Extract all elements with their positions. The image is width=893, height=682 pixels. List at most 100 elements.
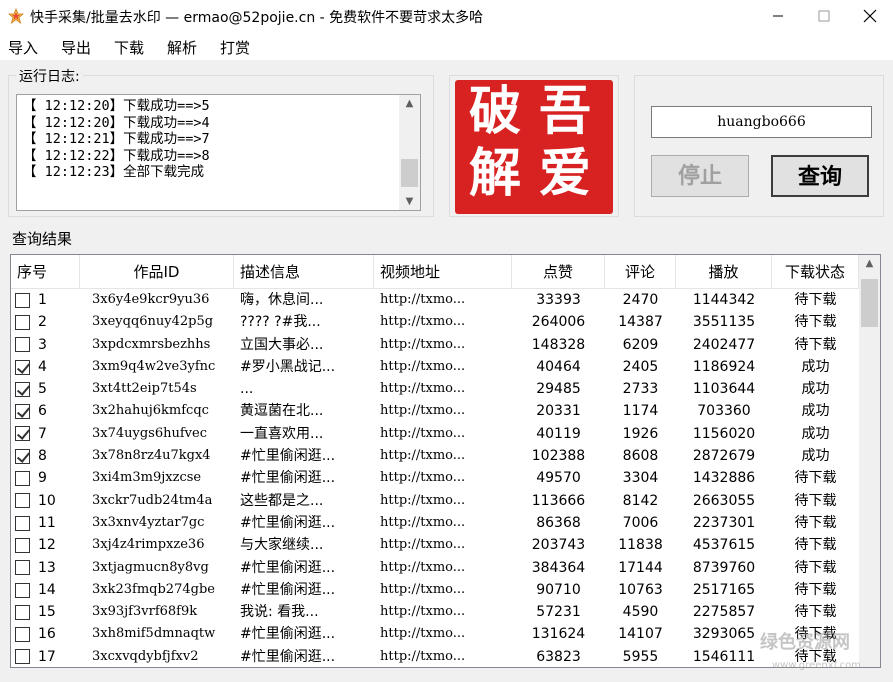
column-header-likes[interactable]: 点赞 — [512, 255, 605, 289]
row-number: 15 — [38, 604, 56, 621]
cell-no: 13 — [11, 557, 80, 579]
row-checkbox[interactable] — [15, 582, 30, 598]
cell-desc: ... — [240, 381, 254, 398]
table-scrollbar[interactable]: ▲ — [859, 255, 880, 667]
cell-likes: 264006 — [531, 314, 586, 331]
table-row[interactable]: 12 3xj4z4rimpxze36 与大家继续... http://txmo... 2… — [11, 534, 859, 556]
column-header-comments[interactable]: 评论 — [605, 255, 676, 289]
column-header-url[interactable]: 视频地址 — [374, 255, 512, 289]
cell-no: 12 — [11, 534, 80, 556]
cell-desc: #罗小黑战记... — [240, 358, 336, 375]
column-header-desc[interactable]: 描述信息 — [234, 255, 374, 289]
username-input[interactable]: huangbo666 — [651, 106, 872, 138]
query-button[interactable]: 查询 — [771, 155, 869, 197]
table-row[interactable]: 15 3x93jf3vrf68f9k 我说: 看我... http://txmo...… — [11, 601, 859, 623]
cell-comments: 1174 — [622, 403, 659, 420]
cell-status: 待下载 — [794, 514, 837, 531]
row-checkbox[interactable] — [15, 314, 30, 330]
table-row[interactable]: 3 3xpdcxmrsbezhhs 立国大事必... http://txmo... 14… — [11, 334, 859, 356]
table-row[interactable]: 7 3x74uygs6hufvec 一直喜欢用... http://txmo... 40… — [11, 423, 859, 445]
table-row[interactable]: 6 3x2hahuj6kmfcqc 黄逗菌在北... http://txmo... 20… — [11, 400, 859, 422]
scroll-up-icon[interactable]: ▲ — [399, 95, 420, 112]
cell-id: 3x6y4e9kcr9yu36 — [92, 292, 210, 307]
menu-export[interactable]: 导出 — [61, 37, 91, 58]
log-line: 【 12:12:23】全部下载完成 — [23, 164, 205, 180]
table-row[interactable]: 1 3x6y4e9kcr9yu36 嗨，休息间... http://txmo... 33… — [11, 289, 859, 311]
cell-status: 成功 — [801, 381, 830, 398]
row-checkbox[interactable] — [15, 471, 30, 487]
cell-url: http://txmo... — [380, 292, 466, 307]
cell-no: 17 — [11, 646, 80, 667]
cell-status: 成功 — [801, 403, 830, 420]
close-button[interactable] — [847, 0, 893, 32]
table-row[interactable]: 10 3xckr7udb24tm4a 这些都是之... http://txmo... 1… — [11, 490, 859, 512]
cell-url: http://txmo... — [380, 492, 466, 508]
cell-desc: #忙里偷闲逛... — [240, 581, 336, 598]
cell-likes: 33393 — [536, 292, 581, 308]
cell-no: 7 — [11, 423, 80, 445]
cell-likes: 113666 — [531, 492, 586, 509]
cell-url: http://txmo... — [380, 648, 466, 664]
log-textbox[interactable]: 【 12:12:20】下载成功==>5 【 12:12:20】下载成功==>4 【 … — [16, 94, 421, 211]
row-checkbox[interactable] — [15, 381, 30, 397]
log-scroll-thumb[interactable] — [401, 159, 418, 187]
cell-desc: 与大家继续... — [240, 537, 324, 554]
scroll-up-icon[interactable]: ▲ — [859, 255, 880, 272]
column-header-status[interactable]: 下载状态 — [772, 255, 859, 289]
cell-no: 8 — [11, 445, 80, 467]
table-row[interactable]: 8 3x78n8rz4u7kgx4 #忙里偷闲逛... http://txmo... 1… — [11, 445, 859, 467]
menu-parse[interactable]: 解析 — [167, 37, 197, 58]
row-checkbox[interactable] — [15, 292, 30, 308]
cell-plays: 2275857 — [692, 604, 756, 621]
table-row[interactable]: 14 3xk23fmqb274gbe #忙里偷闲逛... http://txmo...… — [11, 579, 859, 601]
cell-desc: #忙里偷闲逛... — [240, 448, 336, 465]
table-scroll-thumb[interactable] — [861, 279, 878, 327]
row-checkbox[interactable] — [15, 649, 30, 665]
column-header-plays[interactable]: 播放 — [676, 255, 772, 289]
row-checkbox[interactable] — [15, 448, 30, 464]
row-checkbox[interactable] — [15, 359, 30, 375]
table-row[interactable]: 11 3x3xnv4yztar7gc #忙里偷闲逛... http://txmo...… — [11, 512, 859, 534]
menu-donate[interactable]: 打赏 — [220, 37, 250, 58]
cell-no: 11 — [11, 512, 80, 534]
row-number: 7 — [38, 425, 47, 442]
table-row[interactable]: 9 3xi4m3m9jxzcse #忙里偷闲逛... http://txmo... 49… — [11, 467, 859, 489]
table-row[interactable]: 2 3xeyqq6nuy42p5g ???? ?#我... http://txmo..… — [11, 311, 859, 333]
cell-no: 1 — [11, 289, 80, 311]
row-number: 9 — [38, 470, 47, 487]
title-bar: 快手采集/批量去水印 — ermao@52pojie.cn - 免费软件不要苛求… — [0, 0, 893, 32]
column-header-no[interactable]: 序号 — [11, 255, 80, 289]
table-row[interactable]: 5 3xt4tt2eip7t54s... http://txmo... 29485 27… — [11, 378, 859, 400]
table-row[interactable]: 16 3xh8mif5dmnaqtw #忙里偷闲逛... http://txmo...… — [11, 623, 859, 645]
cell-status: 待下载 — [794, 336, 837, 353]
row-checkbox[interactable] — [15, 493, 30, 509]
row-number: 11 — [38, 514, 56, 531]
row-number: 16 — [38, 626, 56, 643]
cell-likes: 29485 — [536, 381, 581, 398]
row-checkbox[interactable] — [15, 604, 30, 620]
cell-desc: #忙里偷闲逛... — [240, 559, 336, 576]
cell-url: http://txmo... — [380, 314, 466, 330]
cell-plays: 2237301 — [692, 514, 756, 531]
cell-status: 成功 — [801, 358, 830, 375]
scroll-down-icon[interactable]: ▼ — [399, 193, 420, 210]
stop-button[interactable]: 停止 — [651, 155, 749, 197]
minimize-button[interactable] — [755, 0, 801, 32]
table-row[interactable]: 4 3xm9q4w2ve3yfnc #罗小黑战记... http://txmo... 4… — [11, 356, 859, 378]
row-number: 3 — [38, 336, 47, 353]
row-checkbox[interactable] — [15, 627, 30, 643]
row-checkbox[interactable] — [15, 560, 30, 576]
row-checkbox[interactable] — [15, 404, 30, 420]
menu-download[interactable]: 下载 — [114, 37, 144, 58]
menu-import[interactable]: 导入 — [8, 37, 38, 58]
table-row[interactable]: 17 3xcxvqdybfjfxv2 #忙里偷闲逛... http://txmo...… — [11, 646, 859, 667]
maximize-button[interactable] — [801, 0, 847, 32]
cell-no: 16 — [11, 623, 80, 645]
log-scrollbar[interactable]: ▲ ▼ — [399, 95, 420, 210]
row-checkbox[interactable] — [15, 426, 30, 442]
row-checkbox[interactable] — [15, 515, 30, 531]
row-checkbox[interactable] — [15, 337, 30, 353]
column-header-id[interactable]: 作品ID — [80, 255, 234, 289]
row-checkbox[interactable] — [15, 537, 30, 553]
table-row[interactable]: 13 3xtjagmucn8y8vg #忙里偷闲逛... http://txmo...… — [11, 557, 859, 579]
